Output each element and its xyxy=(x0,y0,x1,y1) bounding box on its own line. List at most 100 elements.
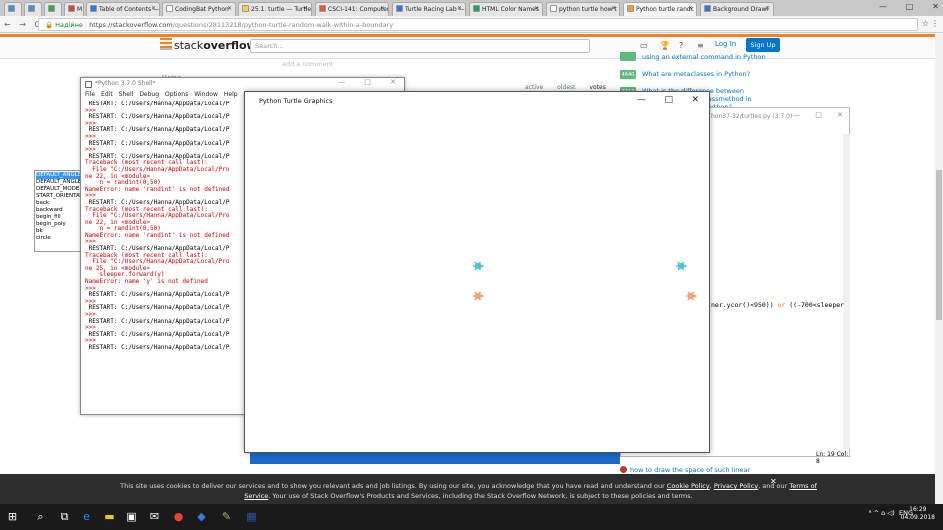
minimize-icon[interactable]: — xyxy=(793,111,800,119)
related-question-link[interactable]: What are metaclasses in Python? xyxy=(642,70,750,78)
tab-active[interactable]: active xyxy=(525,84,543,91)
cookie-policy-link[interactable]: Cookie Policy xyxy=(667,482,710,490)
shell-menu-item[interactable]: Options xyxy=(165,91,188,98)
minimize-icon[interactable]: — xyxy=(637,95,646,105)
minimize-icon[interactable]: — xyxy=(879,2,887,11)
autocomplete-item[interactable]: circle xyxy=(36,235,81,242)
tray-icons[interactable]: ᴿ ^ ⌂ ◁) xyxy=(869,509,895,517)
turtle-canvas[interactable] xyxy=(246,111,709,452)
taskbar-app-icon[interactable]: ▦ xyxy=(245,510,258,523)
help-icon[interactable]: ? xyxy=(679,41,687,50)
so-logo[interactable]: stackoverflow xyxy=(160,38,257,52)
related-question-link[interactable]: lassmethod in xyxy=(706,95,752,103)
related-question-link[interactable]: using an external command in Python xyxy=(642,53,766,61)
autocomplete-item[interactable]: START_ORIENTAT xyxy=(36,193,81,200)
shell-menu-item[interactable]: Help xyxy=(224,91,238,98)
page-scrollbar-thumb[interactable] xyxy=(936,170,942,320)
browser-tab[interactable] xyxy=(4,2,22,16)
question-text: how to draw the space of such linear xyxy=(630,466,751,474)
tab-favicon-icon xyxy=(68,5,75,12)
browser-tab[interactable]: Turtle Racing Lab — ✕ xyxy=(392,2,466,16)
tab-oldest[interactable]: oldest xyxy=(557,84,575,91)
maximize-icon[interactable]: □ xyxy=(664,95,673,105)
url-input[interactable]: 🔒 Надійне | https://stackoverflow.com/qu… xyxy=(38,18,918,31)
tab-close-icon[interactable]: ✕ xyxy=(765,5,770,12)
browser-tab[interactable]: HTML Color Names ✕ xyxy=(469,2,543,16)
autocomplete-item[interactable]: DEFAULT_ANGLE xyxy=(36,172,81,179)
autocomplete-item[interactable]: DEFAULT_ANGLE xyxy=(36,179,81,186)
clock[interactable]: 16:29 04.09.2018 xyxy=(901,506,935,522)
terms-link[interactable]: Terms of xyxy=(789,482,816,490)
taskbar-app-icon[interactable]: ⧉ xyxy=(58,510,71,523)
shell-menu-item[interactable]: Window xyxy=(194,91,218,98)
tab-close-icon[interactable]: ✕ xyxy=(457,5,462,12)
related-question-link[interactable]: how to draw the space of such linear xyxy=(620,466,750,474)
close-icon[interactable]: ✕ xyxy=(932,2,939,11)
bookmark-star-icon[interactable]: ☆ xyxy=(922,19,929,28)
editor-code-line[interactable]: ner.ycor()<950)) or ((-700<sleeper xyxy=(711,301,844,309)
achievements-icon[interactable]: 🏆 xyxy=(660,41,670,50)
maximize-icon[interactable]: □ xyxy=(906,2,914,11)
tab-close-icon[interactable]: ✕ xyxy=(380,5,385,12)
taskbar-app-icon[interactable]: ✎ xyxy=(220,510,233,523)
maximize-icon[interactable]: □ xyxy=(815,111,822,119)
minimize-icon[interactable]: — xyxy=(338,78,345,86)
tab-close-icon[interactable]: ✕ xyxy=(688,5,693,12)
autocomplete-list[interactable]: DEFAULT_ANGLE DEFAULT_ANGLE DEFAULT_MODE ST… xyxy=(34,170,82,252)
autocomplete-item[interactable]: DEFAULT_MODE xyxy=(36,186,81,193)
taskbar-app-icon[interactable]: ▬ xyxy=(103,510,116,523)
close-icon[interactable]: ✕ xyxy=(390,78,396,86)
close-icon[interactable]: ✕ xyxy=(691,95,699,105)
autocomplete-item[interactable]: bk xyxy=(36,228,81,235)
autocomplete-item[interactable]: begin_fill xyxy=(36,214,81,221)
maximize-icon[interactable]: □ xyxy=(364,78,371,86)
browser-tab[interactable]: M xyxy=(64,2,84,16)
autocomplete-item[interactable]: begin_poly xyxy=(36,221,81,228)
autocomplete-item[interactable]: backward xyxy=(36,207,81,214)
browser-tab[interactable]: Background Drawi ✕ xyxy=(700,2,774,16)
close-icon[interactable]: ✕ xyxy=(837,111,843,119)
browser-tab[interactable]: CSCI-141: Computer ✕ xyxy=(315,2,389,16)
shell-menu-item[interactable]: File xyxy=(85,91,95,98)
browser-tab[interactable] xyxy=(24,2,42,16)
signup-button[interactable]: Sign Up xyxy=(746,38,780,52)
taskbar-app-icon[interactable]: ● xyxy=(172,510,185,523)
taskbar-app-icon[interactable]: ⌕ xyxy=(34,510,47,523)
tab-close-icon[interactable]: ✕ xyxy=(534,5,539,12)
turtle-graphics-window[interactable]: ✎ Python Turtle Graphics — □ ✕ xyxy=(244,91,710,453)
browser-window-buttons: — □ ✕ xyxy=(879,2,939,11)
taskbar-app-icon[interactable]: e xyxy=(80,510,93,523)
editor-status: Ln: 19 Col: 8 xyxy=(816,451,849,465)
browser-tab-bar: M Table of Contents — ✕ CodingBat Python ✕ 25… xyxy=(0,0,943,16)
shell-window-buttons: — □ ✕ xyxy=(338,78,396,86)
privacy-policy-link[interactable]: Privacy Policy xyxy=(714,482,758,490)
inbox-icon[interactable]: ▭ xyxy=(640,41,648,50)
shell-menu-item[interactable]: Edit xyxy=(101,91,113,98)
taskbar-app-icon[interactable]: ◆ xyxy=(195,510,208,523)
tab-close-icon[interactable]: ✕ xyxy=(303,5,308,12)
login-link[interactable]: Log In xyxy=(715,40,736,48)
taskbar-app-icon[interactable]: ▣ xyxy=(125,510,138,523)
browser-tab[interactable]: 25.1. turtle — Turtle ✕ xyxy=(238,2,312,16)
browser-tab[interactable]: CodingBat Python ✕ xyxy=(162,2,236,16)
browser-tab[interactable]: Python turtle randc ✕ xyxy=(623,2,697,16)
shell-menu-item[interactable]: Debug xyxy=(139,91,159,98)
terms-link[interactable]: Service xyxy=(244,492,268,500)
browser-tab[interactable]: python turtle how t ✕ xyxy=(546,2,620,16)
cookie-banner: This site uses cookies to deliver our se… xyxy=(0,474,937,504)
editor-scrollbar[interactable] xyxy=(843,134,850,449)
tab-close-icon[interactable]: ✕ xyxy=(611,5,616,12)
so-search-input[interactable]: Search... xyxy=(250,39,590,53)
taskbar-app-icon[interactable]: ⊞ xyxy=(6,510,19,523)
browser-tab[interactable] xyxy=(44,2,62,16)
browser-menu-icon[interactable]: ⋮ xyxy=(931,19,939,28)
site-switcher-icon[interactable]: ≡ xyxy=(697,41,705,50)
close-icon[interactable]: ✕ xyxy=(770,477,777,486)
browser-tab[interactable]: Table of Contents — ✕ xyxy=(86,2,160,16)
tab-close-icon[interactable]: ✕ xyxy=(151,5,156,12)
shell-menu-item[interactable]: Shell xyxy=(119,91,134,98)
add-comment-link[interactable]: add a comment xyxy=(282,60,333,68)
taskbar-app-icon[interactable]: ✉ xyxy=(148,510,161,523)
autocomplete-item[interactable]: back xyxy=(36,200,81,207)
tab-close-icon[interactable]: ✕ xyxy=(227,5,232,12)
